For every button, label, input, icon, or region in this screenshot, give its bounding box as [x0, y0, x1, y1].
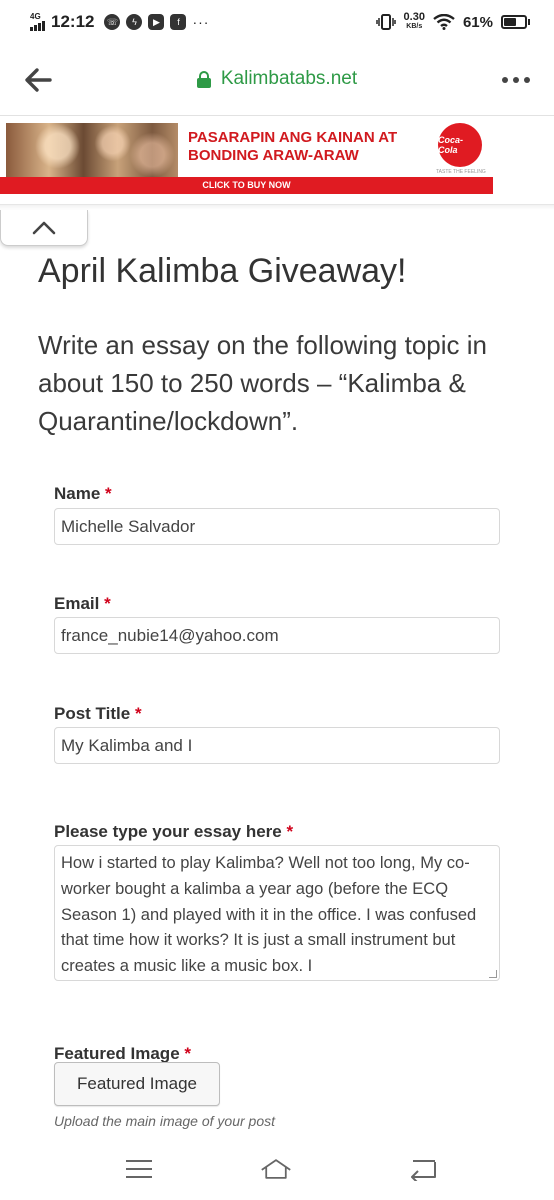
- url-text: Kalimbatabs.net: [220, 68, 358, 89]
- ad-cta-button[interactable]: CLICK TO BUY NOW: [0, 177, 493, 194]
- featured-image-upload-button[interactable]: Featured Image: [54, 1062, 220, 1106]
- status-time: 12:12: [51, 12, 95, 31]
- collapse-ad-button[interactable]: [0, 210, 88, 246]
- ad-image: [6, 123, 178, 181]
- browser-toolbar: Kalimbatabs.net: [0, 44, 554, 116]
- required-mark: *: [286, 822, 294, 841]
- network-speed: 0.30 KB/s: [403, 11, 425, 31]
- required-mark: *: [184, 1044, 192, 1063]
- youtube-icon: ▶: [148, 14, 165, 30]
- chevron-up-icon: [32, 221, 56, 234]
- name-label: Name *: [54, 484, 112, 503]
- cellular-signal-icon: 4G: [30, 13, 45, 31]
- ad-banner[interactable]: PASARAPIN ANG KAINAN AT BONDING ARAW-ARA…: [0, 117, 493, 195]
- required-mark: *: [105, 484, 112, 503]
- featured-image-label: Featured Image *: [54, 1044, 192, 1063]
- facebook-icon: f: [170, 14, 187, 30]
- page-title: April Kalimba Giveaway!: [38, 252, 407, 290]
- battery-icon: [501, 15, 530, 29]
- more-notifications-icon: ···: [192, 14, 210, 30]
- post-title-label: Post Title *: [54, 704, 142, 723]
- email-field[interactable]: france_nubie14@yahoo.com: [54, 617, 500, 654]
- intro-text: Write an essay on the following topic in…: [38, 330, 487, 436]
- status-bar: 4G 12:12 ☏ ϟ ▶ f ··· 0.30 KB/s 61%: [0, 0, 554, 44]
- post-title-field[interactable]: My Kalimba and I: [54, 727, 500, 764]
- email-label: Email *: [54, 594, 111, 613]
- system-navigation-bar: [0, 1140, 554, 1200]
- messenger-icon: ϟ: [126, 14, 143, 30]
- featured-image-help: Upload the main image of your post: [54, 1113, 276, 1129]
- menu-icon[interactable]: [123, 1154, 155, 1184]
- vibrate-icon: [375, 14, 396, 30]
- back-nav-icon[interactable]: [406, 1154, 438, 1184]
- required-mark: *: [104, 594, 111, 613]
- home-icon[interactable]: [260, 1154, 292, 1184]
- required-mark: *: [134, 704, 142, 723]
- battery-percent: 61%: [462, 13, 493, 31]
- essay-text: How i started to play Kalimba? Well not …: [61, 854, 477, 976]
- resize-handle-icon[interactable]: [489, 970, 497, 978]
- viber-icon: ☏: [104, 14, 121, 30]
- ad-tagline: TASTE THE FEELING: [436, 169, 486, 175]
- essay-label: Please type your essay here *: [54, 822, 294, 841]
- essay-textarea[interactable]: How i started to play Kalimba? Well not …: [54, 845, 500, 981]
- more-options-icon[interactable]: [502, 68, 530, 92]
- coca-cola-logo: Coca-Cola: [438, 123, 482, 167]
- wifi-icon: [433, 14, 455, 30]
- address-bar[interactable]: Kalimbatabs.net: [0, 68, 554, 90]
- ad-headline: PASARAPIN ANG KAINAN AT BONDING ARAW-ARA…: [188, 129, 398, 164]
- lock-icon: [196, 71, 211, 88]
- name-field[interactable]: Michelle Salvador: [54, 508, 500, 545]
